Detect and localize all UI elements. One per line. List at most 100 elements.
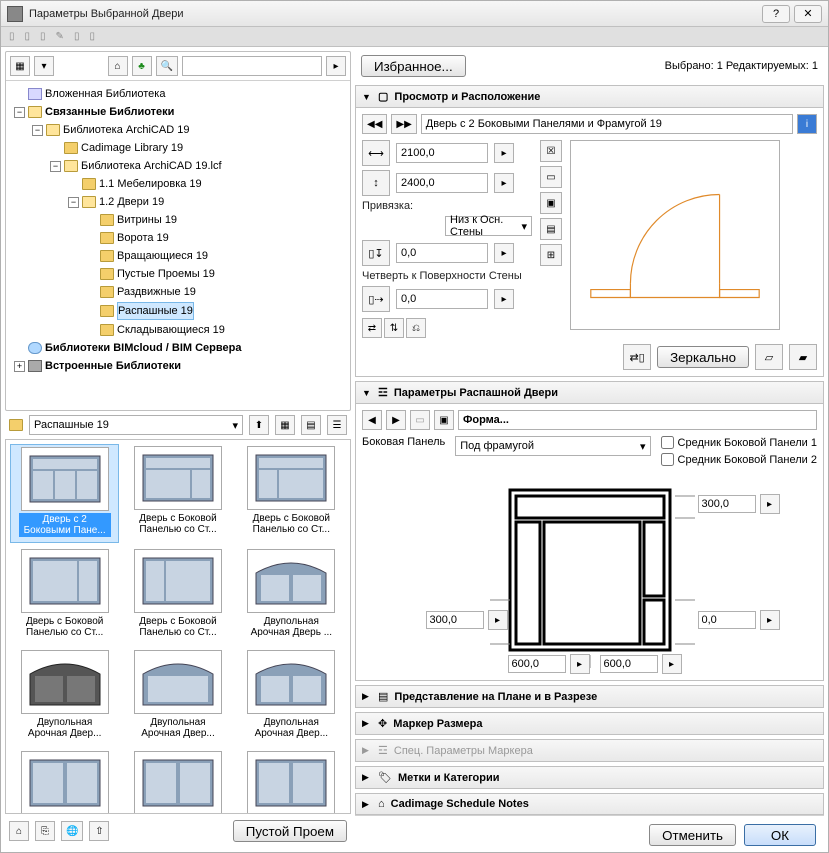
mullion2-check[interactable]: Средник Боковой Панели 2 [661, 453, 817, 466]
tree-item[interactable]: Ворота 19 [117, 230, 169, 246]
gallery-item[interactable]: Двупольная [123, 749, 232, 814]
info-icon[interactable]: i [797, 114, 817, 134]
section-preview-header[interactable]: ▼ ▢ Просмотр и Расположение [355, 85, 824, 108]
search-icon[interactable]: 🔍 [156, 56, 178, 76]
library-tree[interactable]: Вложенная Библиотека − Связанные Библиоте… [6, 81, 350, 410]
tree-item[interactable]: 1.1 Мебелировка 19 [99, 176, 202, 192]
tree-item[interactable]: Библиотеки BIMcloud / BIM Сервера [45, 340, 241, 356]
cancel-button[interactable]: Отменить [649, 824, 736, 846]
tree-item[interactable]: Встроенные Библиотеки [45, 358, 181, 374]
reveal-step[interactable]: ▸ [494, 289, 514, 309]
form-tab[interactable]: Форма... [458, 410, 817, 430]
collapse-icon[interactable]: − [14, 107, 25, 118]
gallery-item[interactable]: Двупольная [10, 749, 119, 814]
tree-item[interactable]: Пустые Проемы 19 [117, 266, 215, 282]
empty-opening-button[interactable]: Пустой Проем [233, 820, 347, 842]
tree-item[interactable]: Витрины 19 [117, 212, 177, 228]
view-list-icon[interactable]: ☰ [327, 415, 347, 435]
preview-mode-2[interactable]: ▭ [540, 166, 562, 188]
width-input[interactable] [396, 143, 488, 163]
gallery-item[interactable]: Двупольная [237, 749, 346, 814]
favorites-button[interactable]: Избранное... [361, 55, 466, 77]
height-input[interactable] [396, 173, 488, 193]
preview-mode-3[interactable]: ▣ [540, 192, 562, 214]
tool-icon-1[interactable]: ⌂ [9, 821, 29, 841]
tree-item-selected[interactable]: Распашные 19 [117, 302, 194, 320]
ok-button[interactable]: ОК [744, 824, 816, 846]
tab-prev[interactable]: ◀ [362, 410, 382, 430]
tool-icon-3[interactable]: 🌐 [61, 821, 83, 841]
tree-item[interactable]: Библиотека ArchiCAD 19.lcf [81, 158, 222, 174]
tool-icon-2[interactable]: ⎘ [35, 821, 55, 841]
view-small-icon[interactable]: ▤ [301, 415, 321, 435]
tree-item[interactable]: Вложенная Библиотека [45, 86, 165, 102]
help-button[interactable]: ? [762, 5, 790, 23]
side-icon-2[interactable]: ▰ [789, 344, 817, 370]
tree-item[interactable]: Раздвижные 19 [117, 284, 196, 300]
tree-item[interactable]: Вращающиеся 19 [117, 248, 208, 264]
side-left-input[interactable] [426, 611, 484, 629]
gallery-item[interactable]: Дверь с Боковой Панелью со Ст... [123, 444, 232, 543]
filter-icon-2[interactable]: ♣ [132, 56, 152, 76]
tree-item[interactable]: Складывающиеся 19 [117, 322, 225, 338]
link-icon-1[interactable]: ⇄ [362, 318, 382, 338]
filter-icon-1[interactable]: ⌂ [108, 56, 128, 76]
anchor-input[interactable] [396, 243, 488, 263]
width-step[interactable]: ▸ [494, 143, 514, 163]
flip-icon[interactable]: ⇄▯ [623, 344, 651, 370]
link-icon-3[interactable]: ⎌ [406, 318, 426, 338]
section-params-header[interactable]: ▼ ☲ Параметры Распашной Двери [355, 381, 824, 404]
gallery-item[interactable]: Двупольная Арочная Дверь ... [237, 547, 346, 644]
sl-step[interactable]: ▸ [488, 610, 508, 630]
section-marker-header[interactable]: ▶✥Маркер Размера [355, 712, 824, 735]
transom-input[interactable] [698, 495, 756, 513]
close-button[interactable]: ✕ [794, 5, 822, 23]
anchor-step[interactable]: ▸ [494, 243, 514, 263]
tab-next[interactable]: ▶ [386, 410, 406, 430]
anchor-combo[interactable]: Низ к Осн. Стены▾ [445, 216, 532, 236]
bottom-right-input[interactable] [600, 655, 658, 673]
reveal-input[interactable] [396, 289, 488, 309]
view-mode-2[interactable]: ▾ [34, 56, 54, 76]
sr-step[interactable]: ▸ [760, 610, 780, 630]
folder-combo[interactable]: Распашные 19▾ [29, 415, 243, 435]
side-right-input[interactable] [698, 611, 756, 629]
object-gallery[interactable]: Дверь с 2 Боковыми Пане...Дверь с Боково… [5, 439, 351, 814]
side-panel-combo[interactable]: Под фрамугой▾ [455, 436, 650, 456]
tree-item[interactable]: 1.2 Двери 19 [99, 194, 164, 210]
transom-step[interactable]: ▸ [760, 494, 780, 514]
mirror-button[interactable]: Зеркально [657, 346, 749, 368]
tree-item[interactable]: Cadimage Library 19 [81, 140, 183, 156]
preview-mode-4[interactable]: ▤ [540, 218, 562, 240]
br-step[interactable]: ▸ [662, 654, 682, 674]
prev-object-button[interactable]: ◀◀ [362, 114, 387, 134]
preview-mode-5[interactable]: ⊞ [540, 244, 562, 266]
link-icon-2[interactable]: ⇅ [384, 318, 404, 338]
bottom-left-input[interactable] [508, 655, 566, 673]
height-step[interactable]: ▸ [494, 173, 514, 193]
search-input[interactable] [182, 56, 322, 76]
gallery-item[interactable]: Двупольная Арочная Двер... [123, 648, 232, 745]
section-plan-header[interactable]: ▶▤Представление на Плане и в Разрезе [355, 685, 824, 708]
view-mode-1[interactable]: ▦ [10, 56, 30, 76]
tree-item[interactable]: Связанные Библиотеки [45, 104, 174, 120]
tool-icon-4[interactable]: ⇧ [89, 821, 109, 841]
gallery-item[interactable]: Дверь с 2 Боковыми Пане... [10, 444, 119, 543]
bl-step[interactable]: ▸ [570, 654, 590, 674]
gallery-item[interactable]: Дверь с Боковой Панелью со Ст... [10, 547, 119, 644]
gallery-item[interactable]: Двупольная Арочная Двер... [237, 648, 346, 745]
up-folder-button[interactable]: ⬆ [249, 415, 269, 435]
next-object-button[interactable]: ▶▶ [391, 114, 416, 134]
section-tags-header[interactable]: ▶🏷Метки и Категории [355, 766, 824, 789]
gallery-item[interactable]: Дверь с Боковой Панелью со Ст... [237, 444, 346, 543]
mullion1-check[interactable]: Средник Боковой Панели 1 [661, 436, 817, 449]
section-cadimage-header[interactable]: ▶⌂Cadimage Schedule Notes [355, 793, 824, 815]
side-icon-1[interactable]: ▱ [755, 344, 783, 370]
tab-icon[interactable]: ▣ [434, 410, 454, 430]
gallery-item[interactable]: Двупольная Арочная Двер... [10, 648, 119, 745]
search-go[interactable]: ▸ [326, 56, 346, 76]
preview-mode-1[interactable]: ☒ [540, 140, 562, 162]
tree-item[interactable]: Библиотека ArchiCAD 19 [63, 122, 189, 138]
view-large-icon[interactable]: ▦ [275, 415, 295, 435]
gallery-item[interactable]: Дверь с Боковой Панелью со Ст... [123, 547, 232, 644]
